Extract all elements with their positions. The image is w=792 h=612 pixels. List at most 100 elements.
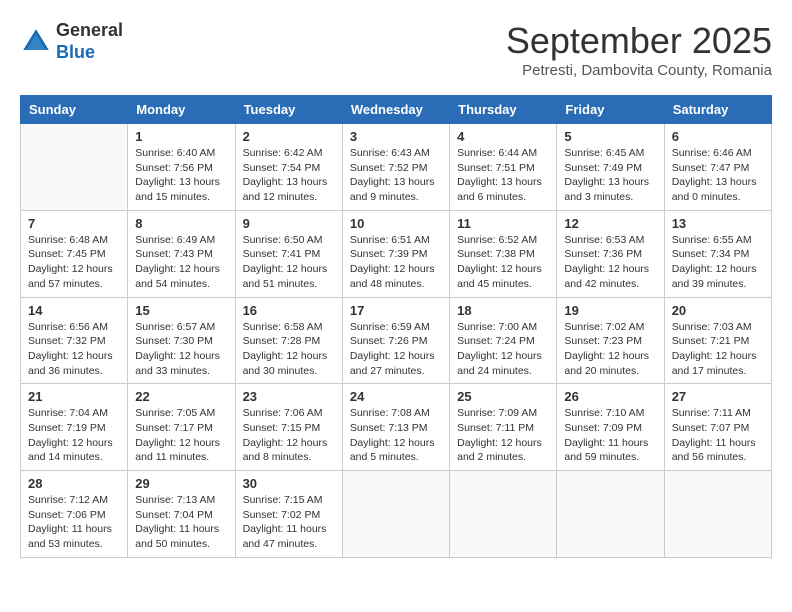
day-number: 8	[135, 216, 227, 231]
day-info: Sunrise: 7:11 AMSunset: 7:07 PMDaylight:…	[672, 406, 764, 465]
day-info: Sunrise: 7:06 AMSunset: 7:15 PMDaylight:…	[243, 406, 335, 465]
day-number: 2	[243, 129, 335, 144]
day-number: 28	[28, 476, 120, 491]
day-info: Sunrise: 6:50 AMSunset: 7:41 PMDaylight:…	[243, 233, 335, 292]
day-number: 23	[243, 389, 335, 404]
logo: General Blue	[20, 20, 123, 63]
day-number: 15	[135, 303, 227, 318]
day-info: Sunrise: 6:42 AMSunset: 7:54 PMDaylight:…	[243, 146, 335, 205]
calendar-cell: 29Sunrise: 7:13 AMSunset: 7:04 PMDayligh…	[128, 471, 235, 558]
calendar-cell: 3 Sunrise: 6:43 AMSunset: 7:52 PMDaylight…	[342, 124, 449, 211]
day-number: 20	[672, 303, 764, 318]
day-number: 1	[135, 129, 227, 144]
calendar-cell: 30 Sunrise: 7:15 AMSunset: 7:02 PMDayligh…	[235, 471, 342, 558]
day-number: 24	[350, 389, 442, 404]
day-number: 14	[28, 303, 120, 318]
calendar-cell: 16Sunrise: 6:58 AMSunset: 7:28 PMDayligh…	[235, 297, 342, 384]
day-info: Sunrise: 6:43 AMSunset: 7:52 PMDaylight:…	[350, 146, 442, 205]
day-number: 3	[350, 129, 442, 144]
page-header: General Blue September 2025 Petresti, Da…	[20, 20, 772, 79]
calendar-cell	[342, 471, 449, 558]
day-number: 19	[564, 303, 656, 318]
calendar-week-row: 28 Sunrise: 7:12 AMSunset: 7:06 PMDayligh…	[21, 471, 772, 558]
day-info: Sunrise: 6:58 AMSunset: 7:28 PMDaylight:…	[243, 320, 335, 379]
title-block: September 2025 Petresti, Dambovita Count…	[506, 20, 772, 79]
logo-text: General Blue	[56, 20, 123, 63]
calendar-cell: 21Sunrise: 7:04 AMSunset: 7:19 PMDayligh…	[21, 384, 128, 471]
calendar-cell: 19 Sunrise: 7:02 AMSunset: 7:23 PMDayligh…	[557, 297, 664, 384]
location: Petresti, Dambovita County, Romania	[506, 62, 772, 79]
day-number: 12	[564, 216, 656, 231]
day-info: Sunrise: 7:02 AMSunset: 7:23 PMDaylight:…	[564, 320, 656, 379]
day-info: Sunrise: 6:46 AMSunset: 7:47 PMDaylight:…	[672, 146, 764, 205]
logo-blue: Blue	[56, 42, 123, 64]
weekday-header: Friday	[557, 96, 664, 124]
day-number: 26	[564, 389, 656, 404]
day-info: Sunrise: 6:44 AMSunset: 7:51 PMDaylight:…	[457, 146, 549, 205]
day-number: 6	[672, 129, 764, 144]
calendar-cell: 9 Sunrise: 6:50 AMSunset: 7:41 PMDaylight…	[235, 210, 342, 297]
day-info: Sunrise: 7:03 AMSunset: 7:21 PMDaylight:…	[672, 320, 764, 379]
day-number: 18	[457, 303, 549, 318]
calendar-cell: 27 Sunrise: 7:11 AMSunset: 7:07 PMDayligh…	[664, 384, 771, 471]
day-info: Sunrise: 7:15 AMSunset: 7:02 PMDaylight:…	[243, 493, 335, 552]
calendar-week-row: 7 Sunrise: 6:48 AMSunset: 7:45 PMDaylight…	[21, 210, 772, 297]
calendar-cell: 13 Sunrise: 6:55 AMSunset: 7:34 PMDayligh…	[664, 210, 771, 297]
calendar-cell	[21, 124, 128, 211]
day-number: 29	[135, 476, 227, 491]
calendar-cell: 7 Sunrise: 6:48 AMSunset: 7:45 PMDaylight…	[21, 210, 128, 297]
month-title: September 2025	[506, 20, 772, 62]
calendar-cell: 1 Sunrise: 6:40 AMSunset: 7:56 PMDaylight…	[128, 124, 235, 211]
calendar-cell: 14 Sunrise: 6:56 AMSunset: 7:32 PMDayligh…	[21, 297, 128, 384]
calendar-header-row: SundayMondayTuesdayWednesdayThursdayFrid…	[21, 96, 772, 124]
calendar-cell: 28 Sunrise: 7:12 AMSunset: 7:06 PMDayligh…	[21, 471, 128, 558]
calendar-table: SundayMondayTuesdayWednesdayThursdayFrid…	[20, 95, 772, 558]
day-number: 25	[457, 389, 549, 404]
calendar-cell: 17 Sunrise: 6:59 AMSunset: 7:26 PMDayligh…	[342, 297, 449, 384]
weekday-header: Saturday	[664, 96, 771, 124]
calendar-cell: 5 Sunrise: 6:45 AMSunset: 7:49 PMDaylight…	[557, 124, 664, 211]
day-number: 9	[243, 216, 335, 231]
logo-icon	[20, 26, 52, 58]
day-number: 11	[457, 216, 549, 231]
day-info: Sunrise: 6:51 AMSunset: 7:39 PMDaylight:…	[350, 233, 442, 292]
calendar-week-row: 14 Sunrise: 6:56 AMSunset: 7:32 PMDayligh…	[21, 297, 772, 384]
calendar-week-row: 21Sunrise: 7:04 AMSunset: 7:19 PMDayligh…	[21, 384, 772, 471]
day-info: Sunrise: 7:00 AMSunset: 7:24 PMDaylight:…	[457, 320, 549, 379]
day-info: Sunrise: 6:59 AMSunset: 7:26 PMDaylight:…	[350, 320, 442, 379]
calendar-cell: 18 Sunrise: 7:00 AMSunset: 7:24 PMDayligh…	[450, 297, 557, 384]
calendar-cell: 8 Sunrise: 6:49 AMSunset: 7:43 PMDaylight…	[128, 210, 235, 297]
day-info: Sunrise: 7:12 AMSunset: 7:06 PMDaylight:…	[28, 493, 120, 552]
calendar-cell: 26Sunrise: 7:10 AMSunset: 7:09 PMDayligh…	[557, 384, 664, 471]
day-info: Sunrise: 7:05 AMSunset: 7:17 PMDaylight:…	[135, 406, 227, 465]
day-info: Sunrise: 6:49 AMSunset: 7:43 PMDaylight:…	[135, 233, 227, 292]
day-number: 27	[672, 389, 764, 404]
day-info: Sunrise: 7:08 AMSunset: 7:13 PMDaylight:…	[350, 406, 442, 465]
day-number: 10	[350, 216, 442, 231]
day-info: Sunrise: 6:48 AMSunset: 7:45 PMDaylight:…	[28, 233, 120, 292]
calendar-cell: 22 Sunrise: 7:05 AMSunset: 7:17 PMDayligh…	[128, 384, 235, 471]
day-info: Sunrise: 6:53 AMSunset: 7:36 PMDaylight:…	[564, 233, 656, 292]
day-info: Sunrise: 6:40 AMSunset: 7:56 PMDaylight:…	[135, 146, 227, 205]
day-number: 13	[672, 216, 764, 231]
calendar-week-row: 1 Sunrise: 6:40 AMSunset: 7:56 PMDaylight…	[21, 124, 772, 211]
day-info: Sunrise: 6:57 AMSunset: 7:30 PMDaylight:…	[135, 320, 227, 379]
day-number: 5	[564, 129, 656, 144]
day-info: Sunrise: 6:56 AMSunset: 7:32 PMDaylight:…	[28, 320, 120, 379]
calendar-cell: 20 Sunrise: 7:03 AMSunset: 7:21 PMDayligh…	[664, 297, 771, 384]
day-number: 30	[243, 476, 335, 491]
calendar-cell: 10 Sunrise: 6:51 AMSunset: 7:39 PMDayligh…	[342, 210, 449, 297]
day-info: Sunrise: 6:55 AMSunset: 7:34 PMDaylight:…	[672, 233, 764, 292]
weekday-header: Thursday	[450, 96, 557, 124]
day-number: 22	[135, 389, 227, 404]
calendar-cell: 15 Sunrise: 6:57 AMSunset: 7:30 PMDayligh…	[128, 297, 235, 384]
day-number: 7	[28, 216, 120, 231]
calendar-cell: 4Sunrise: 6:44 AMSunset: 7:51 PMDaylight…	[450, 124, 557, 211]
calendar-cell	[450, 471, 557, 558]
weekday-header: Tuesday	[235, 96, 342, 124]
logo-general: General	[56, 20, 123, 42]
day-info: Sunrise: 6:45 AMSunset: 7:49 PMDaylight:…	[564, 146, 656, 205]
day-info: Sunrise: 7:09 AMSunset: 7:11 PMDaylight:…	[457, 406, 549, 465]
weekday-header: Sunday	[21, 96, 128, 124]
day-number: 17	[350, 303, 442, 318]
